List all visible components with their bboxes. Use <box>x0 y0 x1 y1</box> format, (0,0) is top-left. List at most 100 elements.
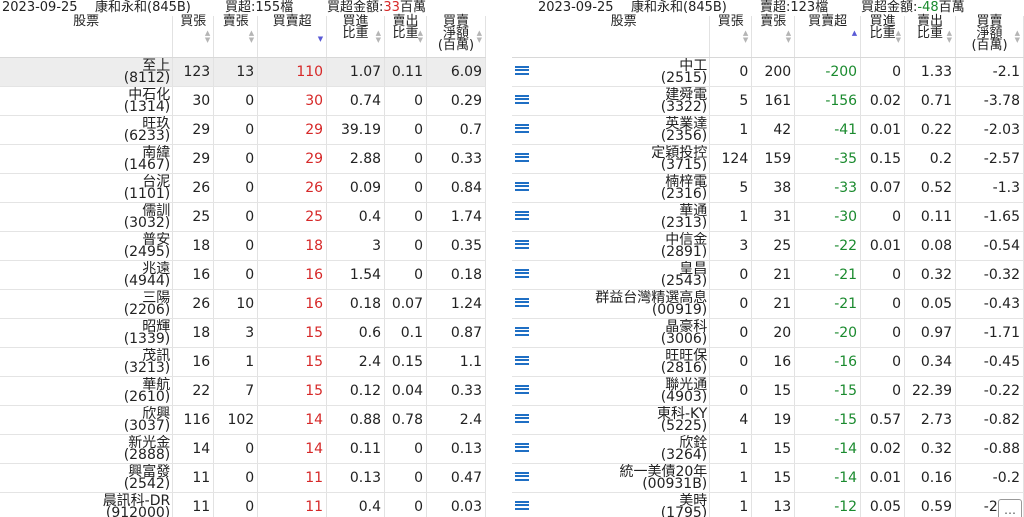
column-header-net-amount[interactable]: 買賣 淨額 (百萬) ▲ ▼ <box>955 15 1024 58</box>
stock-cell[interactable]: 南緯 (1467) <box>0 144 174 174</box>
list-icon[interactable] <box>515 443 529 455</box>
table-row[interactable]: 晨訊科-DR (912000) 11 0 11 0.4 0 0.03 <box>0 492 486 517</box>
chat-icon[interactable]: … <box>998 499 1022 517</box>
table-row[interactable]: 建舜電 (3322) 5 161 -156 0.02 0.71 -3.78 <box>512 86 1024 116</box>
list-icon[interactable] <box>515 211 529 223</box>
row-action-cell[interactable] <box>512 144 538 174</box>
list-icon[interactable] <box>515 269 529 281</box>
row-action-cell[interactable] <box>512 260 538 290</box>
table-row[interactable]: 華航 (2610) 22 7 15 0.12 0.04 0.33 <box>0 376 486 406</box>
column-header-stock[interactable]: 股票 <box>537 15 711 58</box>
list-icon[interactable] <box>515 501 529 513</box>
table-row[interactable]: 華通 (2313) 1 31 -30 0 0.11 -1.65 <box>512 202 1024 232</box>
stock-cell[interactable]: 茂訊 (3213) <box>0 347 174 377</box>
table-row[interactable]: 三陽 (2206) 26 10 16 0.18 0.07 1.24 <box>0 289 486 319</box>
stock-cell[interactable]: 聯光通 (4903) <box>537 376 711 406</box>
table-row[interactable]: 茂訊 (3213) 16 1 15 2.4 0.15 1.1 <box>0 347 486 377</box>
table-row[interactable]: 楠梓電 (2316) 5 38 -33 0.07 0.52 -1.3 <box>512 173 1024 203</box>
stock-cell[interactable]: 晨訊科-DR (912000) <box>0 492 174 517</box>
list-icon[interactable] <box>515 240 529 252</box>
column-header-buy-ratio[interactable]: 買進 比重 ▲ ▼ <box>326 15 386 58</box>
stock-cell[interactable]: 欣銓 (3264) <box>537 434 711 464</box>
table-row[interactable]: 晶豪科 (3006) 0 20 -20 0 0.97 -1.71 <box>512 318 1024 348</box>
stock-cell[interactable]: 華航 (2610) <box>0 376 174 406</box>
row-action-cell[interactable] <box>512 463 538 493</box>
stock-cell[interactable]: 定穎投控 (3715) <box>537 144 711 174</box>
table-row[interactable]: 美時(1795)113-120.050.59-2.86 <box>512 492 1024 517</box>
stock-cell[interactable]: 昭輝 (1339) <box>0 318 174 348</box>
stock-cell[interactable]: 兆遠 (4944) <box>0 260 174 290</box>
row-action-cell[interactable] <box>512 318 538 348</box>
stock-cell[interactable]: 英業達 (2356) <box>537 115 711 145</box>
row-action-cell[interactable] <box>512 202 538 232</box>
row-action-cell[interactable] <box>512 492 538 517</box>
table-row[interactable]: 台泥 (1101) 26 0 26 0.09 0 0.84 <box>0 173 486 203</box>
stock-cell[interactable]: 旺旺保 (2816) <box>537 347 711 377</box>
table-row[interactable]: 中工 (2515) 0 200 -200 0 1.33 -2.1 <box>512 57 1024 87</box>
row-action-cell[interactable] <box>512 86 538 116</box>
list-icon[interactable] <box>515 298 529 310</box>
stock-cell[interactable]: 楠梓電 (2316) <box>537 173 711 203</box>
row-action-cell[interactable] <box>512 231 538 261</box>
row-action-cell[interactable] <box>512 347 538 377</box>
list-icon[interactable] <box>515 385 529 397</box>
stock-cell[interactable]: 旺玖 (6233) <box>0 115 174 145</box>
table-row[interactable]: 至上 (8112) 123 13 110 1.07 0.11 6.09 <box>0 57 486 87</box>
column-header-stock[interactable]: 股票 <box>0 15 174 58</box>
row-action-cell[interactable] <box>512 173 538 203</box>
list-icon[interactable] <box>515 327 529 339</box>
table-row[interactable]: 新光金 (2888) 14 0 14 0.11 0 0.13 <box>0 434 486 464</box>
stock-cell[interactable]: 建舜電 (3322) <box>537 86 711 116</box>
column-header-buy[interactable]: 買張 ▲ ▼ <box>709 15 753 58</box>
stock-cell[interactable]: 台泥 (1101) <box>0 173 174 203</box>
row-action-cell[interactable] <box>512 376 538 406</box>
list-icon[interactable] <box>515 356 529 368</box>
table-row[interactable]: 統一美債20年 (00931B) 1 15 -14 0.01 0.16 -0.2 <box>512 463 1024 493</box>
column-header-buy-ratio[interactable]: 買進 比重 ▲ ▼ <box>860 15 906 58</box>
row-action-cell[interactable] <box>512 405 538 435</box>
list-icon[interactable] <box>515 66 529 78</box>
table-row[interactable]: 昭輝 (1339) 18 3 15 0.6 0.1 0.87 <box>0 318 486 348</box>
column-header-sell-ratio[interactable]: 賣出 比重 ▲ ▼ <box>904 15 957 58</box>
column-header-net-amount[interactable]: 買賣 淨額 (百萬) ▲ ▼ <box>426 15 486 58</box>
row-action-cell[interactable] <box>512 434 538 464</box>
list-icon[interactable] <box>515 95 529 107</box>
stock-cell[interactable]: 至上 (8112) <box>0 57 174 87</box>
list-icon[interactable] <box>515 414 529 426</box>
stock-cell[interactable]: 中信金 (2891) <box>537 231 711 261</box>
table-row[interactable]: 英業達 (2356) 1 42 -41 0.01 0.22 -2.03 <box>512 115 1024 145</box>
list-icon[interactable] <box>515 124 529 136</box>
row-action-cell[interactable] <box>512 115 538 145</box>
table-row[interactable]: 東科-KY (5225) 4 19 -15 0.57 2.73 -0.82 <box>512 405 1024 435</box>
table-row[interactable]: 南緯 (1467) 29 0 29 2.88 0 0.33 <box>0 144 486 174</box>
column-header-sell[interactable]: 賣張 ▲ ▼ <box>213 15 259 58</box>
table-row[interactable]: 兆遠 (4944) 16 0 16 1.54 0 0.18 <box>0 260 486 290</box>
table-row[interactable]: 欣興 (3037) 116 102 14 0.88 0.78 2.4 <box>0 405 486 435</box>
stock-cell[interactable]: 美時 (1795) <box>537 492 711 517</box>
stock-cell[interactable]: 華通 (2313) <box>537 202 711 232</box>
table-row[interactable]: 定穎投控 (3715) 124 159 -35 0.15 0.2 -2.57 <box>512 144 1024 174</box>
table-row[interactable]: 普安 (2495) 18 0 18 3 0 0.35 <box>0 231 486 261</box>
column-header-buy[interactable]: 買張 ▲ ▼ <box>172 15 215 58</box>
stock-cell[interactable]: 群益台灣精選高息 (00919) <box>537 289 711 319</box>
stock-cell[interactable]: 儒訓 (3032) <box>0 202 174 232</box>
stock-cell[interactable]: 普安 (2495) <box>0 231 174 261</box>
stock-cell[interactable]: 中石化 (1314) <box>0 86 174 116</box>
stock-cell[interactable]: 統一美債20年 (00931B) <box>537 463 711 493</box>
stock-cell[interactable]: 中工 (2515) <box>537 57 711 87</box>
table-row[interactable]: 旺玖 (6233) 29 0 29 39.19 0 0.7 <box>0 115 486 145</box>
table-row[interactable]: 興富發 (2542) 11 0 11 0.13 0 0.47 <box>0 463 486 493</box>
table-row[interactable]: 皇昌 (2543) 0 21 -21 0 0.32 -0.32 <box>512 260 1024 290</box>
table-row[interactable]: 欣銓 (3264) 1 15 -14 0.02 0.32 -0.88 <box>512 434 1024 464</box>
table-row[interactable]: 中信金 (2891) 3 25 -22 0.01 0.08 -0.54 <box>512 231 1024 261</box>
table-row[interactable]: 旺旺保 (2816) 0 16 -16 0 0.34 -0.45 <box>512 347 1024 377</box>
stock-cell[interactable]: 新光金 (2888) <box>0 434 174 464</box>
row-action-cell[interactable] <box>512 57 538 87</box>
table-row[interactable]: 中石化 (1314) 30 0 30 0.74 0 0.29 <box>0 86 486 116</box>
row-action-cell[interactable] <box>512 289 538 319</box>
list-icon[interactable] <box>515 472 529 484</box>
stock-cell[interactable]: 晶豪科 (3006) <box>537 318 711 348</box>
table-row[interactable]: 群益台灣精選高息 (00919) 0 21 -21 0 0.05 -0.43 <box>512 289 1024 319</box>
column-header-net[interactable]: 買賣超 ▼ <box>257 15 328 58</box>
column-header-net[interactable]: 買賣超 ▲ <box>794 15 862 58</box>
